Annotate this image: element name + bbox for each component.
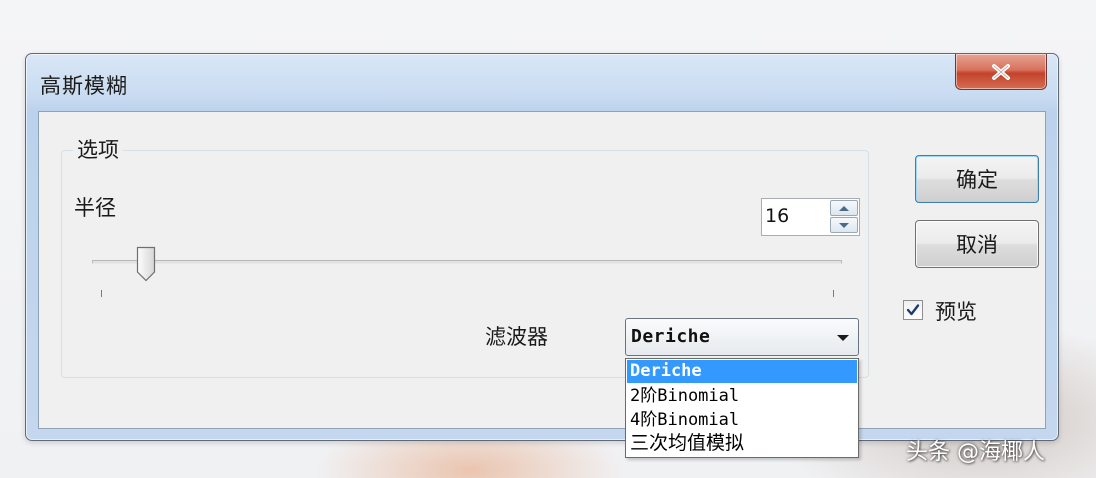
slider-tick-min	[101, 290, 102, 297]
chevron-up-icon	[839, 205, 849, 211]
gaussian-blur-dialog: 高斯模糊 选项 半径 16 滤波器 Deriche 确定 取消 预览	[25, 53, 1059, 441]
window-title: 高斯模糊	[40, 74, 128, 98]
filter-dropdown-list: Deriche 2阶Binomial 4阶Binomial 三次均值模拟	[625, 358, 859, 458]
dialog-client-area: 选项 半径 16 滤波器 Deriche	[38, 111, 1046, 429]
preview-label[interactable]: 预览	[935, 296, 977, 326]
dropdown-arrow-icon	[837, 335, 849, 341]
spin-down-button[interactable]	[830, 217, 858, 233]
ok-button[interactable]: 确定	[915, 155, 1039, 203]
filter-option-binomial-2[interactable]: 2阶Binomial	[627, 385, 857, 408]
radius-value[interactable]: 16	[765, 205, 789, 227]
preview-checkbox[interactable]	[903, 300, 923, 320]
filter-label: 滤波器	[485, 325, 548, 349]
radius-spinbox[interactable]: 16	[761, 198, 860, 236]
watermark-text: 头条 @海椰人	[906, 440, 1045, 465]
filter-option-binomial-4[interactable]: 4阶Binomial	[627, 409, 857, 432]
slider-tick-max	[833, 290, 834, 297]
filter-option-deriche[interactable]: Deriche	[627, 360, 857, 383]
radius-label: 半径	[74, 196, 116, 220]
check-icon	[906, 304, 920, 316]
chevron-down-icon	[839, 222, 849, 228]
options-group-label: 选项	[73, 134, 123, 164]
filter-selected-value: Deriche	[631, 326, 711, 347]
filter-option-cubic-mean[interactable]: 三次均值模拟	[627, 432, 857, 455]
spin-buttons	[830, 200, 858, 234]
cancel-button[interactable]: 取消	[915, 220, 1039, 268]
radius-slider-track[interactable]	[92, 260, 842, 264]
filter-combobox[interactable]: Deriche	[625, 318, 859, 356]
radius-slider-thumb[interactable]	[136, 246, 156, 282]
close-icon	[992, 63, 1010, 80]
close-button[interactable]	[955, 54, 1047, 90]
spin-up-button[interactable]	[830, 200, 858, 216]
